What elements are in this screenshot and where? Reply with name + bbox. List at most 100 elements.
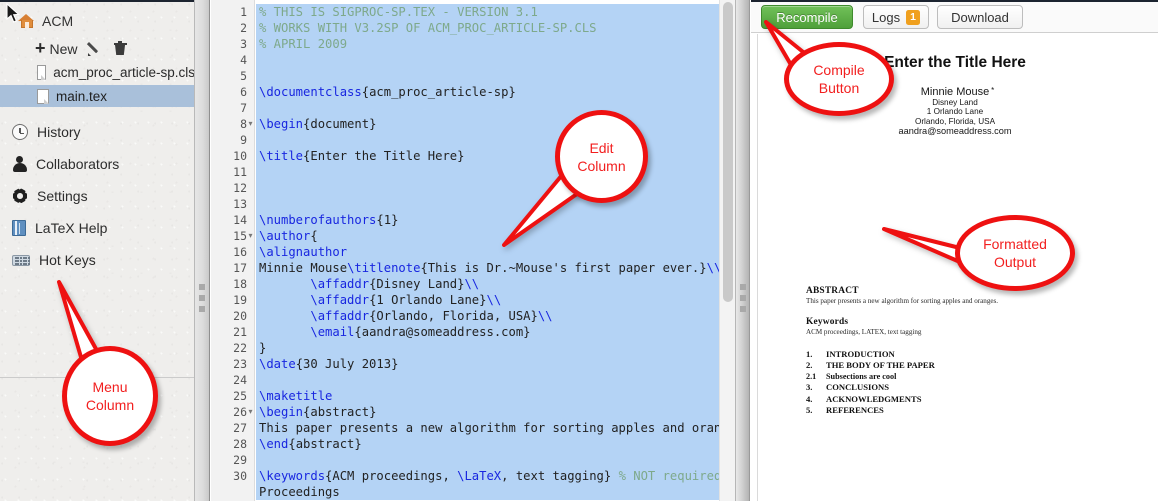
code-text-area[interactable]: % THIS IS SIGPROC-SP.TEX - VERSION 3.1% … — [256, 0, 735, 501]
editor-vertical-scrollbar[interactable] — [719, 0, 735, 501]
code-line[interactable]: % WORKS WITH V3.2SP OF ACM_PROC_ARTICLE-… — [256, 20, 719, 36]
callout-line-2: Output — [993, 254, 1037, 270]
project-root-item[interactable]: ACM — [0, 13, 194, 29]
line-number: 15 — [233, 229, 247, 243]
line-number: 22 — [233, 341, 247, 355]
code-line[interactable]: % APRIL 2009 — [256, 36, 719, 52]
sidebar-item-label: History — [37, 124, 81, 140]
code-line[interactable]: Minnie Mouse\titlenote{This is Dr.~Mouse… — [256, 260, 721, 276]
section-number: 3. — [806, 382, 813, 393]
new-file-button[interactable]: New — [50, 41, 78, 57]
code-line[interactable]: \affaddr{1 Orlando Lane}\\ — [256, 292, 719, 308]
code-line[interactable]: \numberofauthors{1} — [256, 212, 719, 228]
code-line[interactable] — [256, 100, 719, 116]
editor-preview-splitter[interactable] — [735, 0, 750, 501]
line-number: 26 — [233, 405, 247, 419]
code-line[interactable] — [256, 452, 719, 468]
line-number: 24 — [233, 373, 247, 387]
sidebar-editor-splitter[interactable] — [195, 0, 210, 501]
menu-column-callout: Menu Column — [62, 346, 158, 446]
code-line[interactable] — [256, 68, 719, 84]
section-title: ACKNOWLEDGMENTS — [826, 393, 922, 404]
book-icon — [12, 220, 26, 236]
code-line[interactable]: \affaddr{Disney Land}\\ — [256, 276, 719, 292]
callout-line-2: Column — [85, 397, 135, 413]
line-number: 12 — [233, 181, 247, 195]
splitter-grip[interactable] — [199, 284, 205, 312]
sidebar-item-collaborators[interactable]: Collaborators — [0, 152, 194, 176]
code-line[interactable] — [256, 52, 719, 68]
sidebar-item-settings[interactable]: Settings — [0, 184, 194, 208]
code-line[interactable]: \title{Enter the Title Here} — [256, 148, 719, 164]
code-line[interactable]: } — [256, 340, 719, 356]
line-number: 4 — [240, 53, 247, 67]
code-line[interactable]: \date{30 July 2013} — [256, 356, 719, 372]
code-line[interactable]: % THIS IS SIGPROC-SP.TEX - VERSION 3.1 — [256, 4, 719, 20]
code-line[interactable] — [256, 180, 719, 196]
file-tools-row: + New — [0, 39, 194, 57]
code-line[interactable]: \documentclass{acm_proc_article-sp} — [256, 84, 719, 100]
code-line[interactable]: \alignauthor — [256, 244, 719, 260]
gear-icon — [12, 188, 28, 204]
line-number: 1 — [240, 5, 247, 19]
callout-line-1: Edit — [589, 139, 614, 156]
splitter-grip[interactable] — [739, 284, 746, 312]
line-number: 19 — [233, 293, 247, 307]
line-number: 9 — [240, 133, 247, 147]
file-item-main-tex[interactable]: main.tex — [0, 85, 194, 107]
sidebar-item-latex-help[interactable]: LaTeX Help — [0, 216, 194, 240]
fold-toggle-icon[interactable]: ▾ — [246, 228, 255, 244]
fold-toggle-icon[interactable]: ▾ — [246, 116, 255, 132]
section-entry: 2.1 Subsections are cool — [806, 371, 1046, 382]
edit-column-code-editor[interactable]: 1 2 3 4 5 6 7 8 ▾ 9 10 11 12 13 14 15 ▾ 16 17 18 19 20 21 22 23 2… — [211, 0, 735, 501]
code-line[interactable]: \author{ — [256, 228, 719, 244]
line-number: 8 — [240, 117, 247, 131]
code-line[interactable] — [256, 372, 719, 388]
code-line[interactable] — [256, 196, 719, 212]
code-line[interactable]: \end{abstract} — [256, 436, 719, 452]
plus-icon[interactable]: + — [35, 39, 46, 57]
line-number: 23 — [233, 357, 247, 371]
author-name-text: Minnie Mouse — [920, 86, 990, 98]
pencil-icon[interactable] — [88, 41, 103, 56]
line-number: 18 — [233, 277, 247, 291]
affiliation-line: Orlando, Florida, USA — [914, 116, 996, 126]
formatted-output-callout: Formatted Output — [955, 215, 1075, 291]
file-icon — [37, 88, 49, 104]
window-top-edge — [0, 0, 194, 2]
compile-button-callout: Compile Button — [784, 42, 894, 116]
author-email: aandra@someaddress.com — [898, 126, 1012, 136]
file-item-cls[interactable]: acm_proc_article-sp.cls — [0, 61, 194, 83]
code-line[interactable] — [256, 132, 719, 148]
code-line[interactable]: \keywords{ACM proceedings, \LaTeX, text … — [256, 468, 735, 484]
line-number: 10 — [233, 149, 247, 163]
download-button[interactable]: Download — [937, 5, 1023, 29]
trash-icon[interactable] — [113, 41, 127, 56]
line-number: 25 — [233, 389, 247, 403]
logs-button[interactable]: Logs 1 — [863, 5, 929, 29]
sidebar-item-history[interactable]: History — [0, 120, 194, 144]
section-title: Subsections are cool — [826, 372, 897, 382]
section-number: 5. — [806, 404, 813, 415]
code-line[interactable]: \maketitle — [256, 388, 719, 404]
mouse-cursor — [6, 3, 20, 23]
scrollbar-thumb[interactable] — [723, 2, 733, 302]
code-line[interactable]: \begin{document} — [256, 116, 719, 132]
callout-line-1: Formatted — [983, 236, 1047, 252]
line-number: 30 — [233, 469, 247, 483]
code-line[interactable] — [256, 164, 719, 180]
line-number: 29 — [233, 453, 247, 467]
code-line[interactable]: \affaddr{Orlando, Florida, USA}\\ — [256, 308, 719, 324]
code-line[interactable]: This paper presents a new algorithm for … — [256, 420, 735, 436]
code-line[interactable]: \email{aandra@someaddress.com} — [256, 324, 719, 340]
code-line[interactable]: Proceedings — [256, 484, 719, 500]
section-entry: 1. INTRODUCTION — [806, 349, 1046, 360]
author-note-mark: * — [991, 86, 995, 95]
line-number: 7 — [240, 101, 247, 115]
code-line[interactable]: \begin{abstract} — [256, 404, 719, 420]
sidebar-item-label: Settings — [37, 188, 88, 204]
sidebar-item-hot-keys[interactable]: Hot Keys — [0, 248, 194, 272]
clock-icon — [12, 124, 28, 140]
fold-toggle-icon[interactable]: ▾ — [246, 404, 255, 420]
logs-count-badge: 1 — [906, 9, 921, 25]
